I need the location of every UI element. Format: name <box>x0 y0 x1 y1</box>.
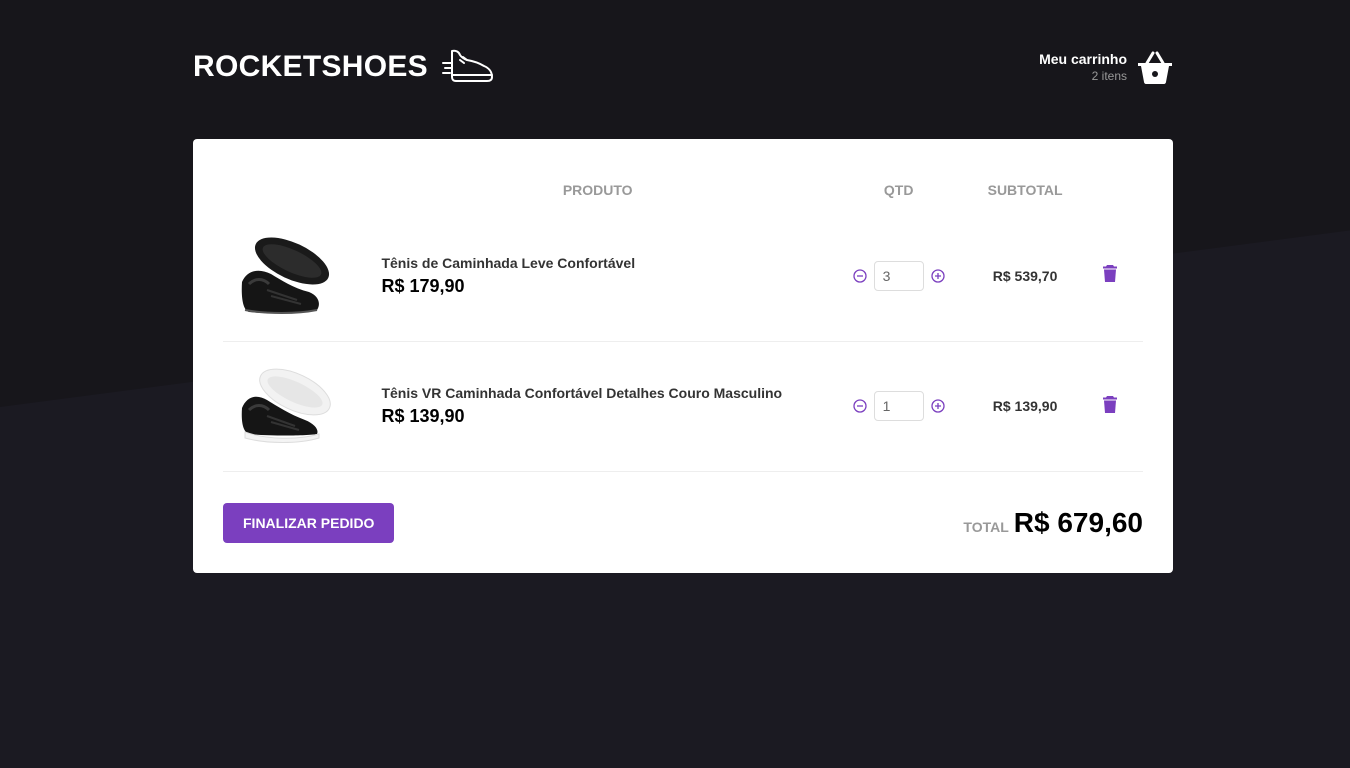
column-header-product: PRODUTO <box>562 182 633 198</box>
cart-item-count: 2 itens <box>1091 69 1127 83</box>
quantity-stepper <box>825 260 972 291</box>
product-image <box>241 368 331 443</box>
product-price: R$ 139,90 <box>381 406 465 426</box>
minus-circle-icon <box>853 269 867 283</box>
plus-circle-icon <box>931 399 945 413</box>
quantity-input[interactable] <box>873 260 924 291</box>
column-header-quantity: QTD <box>883 182 914 198</box>
shopping-basket-icon <box>1138 51 1172 84</box>
product-name: Tênis de Caminhada Leve Confortável <box>381 254 636 271</box>
cart-footer: Finalizar pedido TOTAL R$ 679,60 <box>223 503 1143 543</box>
cart-link[interactable]: Meu carrinho 2 itens <box>1039 50 1173 84</box>
product-price: R$ 179,90 <box>381 275 465 296</box>
decrement-button[interactable] <box>851 397 869 415</box>
table-header: PRODUTO QTD SUBTOTAL <box>223 169 1143 211</box>
item-subtotal: R$ 539,70 <box>972 211 1078 342</box>
total-label: TOTAL <box>963 519 1009 535</box>
quantity-input[interactable] <box>873 391 924 421</box>
remove-item-button[interactable] <box>1103 264 1118 285</box>
running-shoe-icon <box>442 49 493 82</box>
checkout-button[interactable]: Finalizar pedido <box>223 503 395 543</box>
quantity-stepper <box>825 391 972 421</box>
product-name: Tênis VR Caminhada Confortável Detalhes … <box>381 385 783 401</box>
item-subtotal: R$ 139,90 <box>972 341 1078 472</box>
header: ROCKETSHOES Meu carrinho 2 itens <box>193 0 1173 140</box>
cart-panel: PRODUTO QTD SUBTOTAL Tênis de Caminhada … <box>193 139 1173 573</box>
trash-icon <box>1103 395 1118 413</box>
column-header-image <box>223 169 370 211</box>
logo-link[interactable]: ROCKETSHOES <box>193 48 494 86</box>
trash-icon <box>1103 265 1118 283</box>
increment-button[interactable] <box>929 267 947 285</box>
cart-title: Meu carrinho <box>1039 51 1127 67</box>
table-row: Tênis VR Caminhada Confortável Detalhes … <box>223 341 1143 472</box>
decrement-button[interactable] <box>851 267 869 285</box>
plus-circle-icon <box>931 269 945 283</box>
column-header-subtotal: SUBTOTAL <box>987 182 1063 198</box>
increment-button[interactable] <box>929 397 947 415</box>
remove-item-button[interactable] <box>1103 395 1118 416</box>
total-value: R$ 679,60 <box>1013 507 1143 538</box>
table-row: Tênis de Caminhada Leve Confortável R$ 1… <box>223 211 1143 342</box>
page-container: ROCKETSHOES Meu carrinho 2 itens PRODUTO… <box>193 0 1173 573</box>
product-image <box>241 237 330 314</box>
product-table: PRODUTO QTD SUBTOTAL Tênis de Caminhada … <box>223 169 1143 472</box>
cart-text: Meu carrinho 2 itens <box>1039 51 1127 83</box>
order-total: TOTAL R$ 679,60 <box>963 507 1143 539</box>
logo-text: ROCKETSHOES <box>193 50 428 83</box>
minus-circle-icon <box>853 399 867 413</box>
column-header-actions <box>1078 169 1143 211</box>
